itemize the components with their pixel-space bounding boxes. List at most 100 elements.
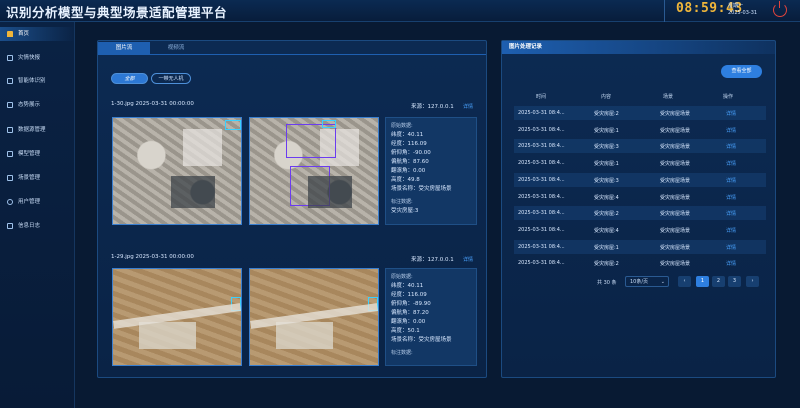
cell-time: 2025-03-31 08:4... (518, 160, 565, 167)
prev-page-button[interactable]: ‹ (678, 276, 691, 287)
cell-detail-link[interactable]: 详情 (726, 227, 736, 234)
cell-detail-link[interactable]: 详情 (726, 110, 736, 117)
cell-content: 受灾房屋:1 (594, 244, 619, 251)
annotated-image[interactable] (249, 117, 379, 225)
cell-scene: 受灾房屋场景 (660, 111, 691, 117)
cell-content: 受灾房屋:4 (594, 227, 619, 234)
table-row: 2025-03-31 08:4... 受灾房屋:1 受灾房屋场景 详情 (514, 239, 766, 254)
cell-detail-link[interactable]: 详情 (726, 160, 736, 167)
cell-time: 2025-03-31 08:4... (518, 176, 565, 183)
detection-box (290, 166, 330, 206)
cell-detail-link[interactable]: 详情 (726, 260, 736, 267)
original-image[interactable] (112, 268, 242, 366)
record-detail-link[interactable]: 详情 (463, 256, 473, 263)
view-all-button[interactable]: 查看全部 (721, 65, 762, 78)
page-button-2[interactable]: 2 (712, 276, 725, 287)
page-button-1[interactable]: 1 (696, 276, 709, 287)
meta-scene: 场景名称：受灾房屋场景 (391, 337, 452, 343)
label-value: 受灾房屋:3 (391, 208, 419, 214)
cell-content: 受灾房屋:4 (594, 194, 619, 201)
cell-detail-link[interactable]: 详情 (726, 210, 736, 217)
cell-detail-link[interactable]: 详情 (726, 177, 736, 184)
sidebar-item-scene[interactable]: 场景管理 (0, 171, 75, 185)
cell-time: 2025-03-31 08:4... (518, 126, 565, 133)
date: 2025-03-31 (728, 10, 758, 16)
sidebar-item-label: 首页 (18, 31, 30, 37)
cell-time: 2025-03-31 08:4... (518, 243, 565, 250)
label-heading: 标注数据: (391, 350, 413, 356)
cell-scene: 受灾房屋场景 (660, 161, 691, 168)
label-heading: 标注数据: (391, 199, 413, 205)
record-source: 来源：127.0.0.1 (411, 257, 454, 263)
meta-longitude: 经度：116.09 (391, 292, 427, 298)
chevron-down-icon: ⌄ (660, 279, 665, 285)
document-icon (7, 223, 13, 229)
meta-heading: 原始数据: (391, 123, 413, 129)
cell-scene: 受灾房屋场景 (660, 127, 691, 134)
cell-scene: 受灾房屋场景 (660, 227, 691, 234)
sidebar-item-agent-recognition[interactable]: 智能体识别 (0, 74, 75, 88)
sidebar-item-logs[interactable]: 信息日志 (0, 219, 75, 233)
column-header-action: 操作 (723, 94, 734, 100)
tab-video-stream[interactable]: 视频流 (150, 42, 202, 54)
cell-time: 2025-03-31 08:4... (518, 193, 565, 200)
sidebar-item-label: 用户管理 (18, 199, 41, 205)
meta-yaw: 偏航角：87.20 (391, 310, 429, 316)
sidebar-item-label: 智能体识别 (18, 78, 46, 84)
app-title: 识别分析模型与典型场景适配管理平台 (6, 5, 228, 20)
cell-detail-link[interactable]: 详情 (726, 244, 736, 251)
document-icon (7, 102, 13, 108)
cell-time: 2025-03-31 08:4... (518, 110, 565, 116)
cell-scene: 受灾房屋场景 (660, 194, 691, 201)
document-icon (7, 55, 13, 61)
record-source: 来源：127.0.0.1 (411, 104, 454, 110)
original-image[interactable] (112, 117, 242, 225)
cell-detail-link[interactable]: 详情 (726, 143, 736, 150)
meta-scene: 场景名称：受灾房屋场景 (391, 186, 452, 192)
sidebar-item-users[interactable]: 用户管理 (0, 195, 75, 209)
document-icon (7, 175, 13, 181)
table-row: 2025-03-31 08:4... 受灾房屋:2 受灾房屋场景 详情 (514, 206, 766, 221)
panel-title: 图片处理记录 (502, 41, 775, 54)
meta-roll: 翻滚角：0.00 (391, 319, 426, 325)
sidebar-item-situation[interactable]: 态势展示 (0, 98, 75, 112)
table-row: 2025-03-31 08:4... 受灾房屋:2 受灾房屋场景 详情 (514, 256, 766, 270)
page-size-select[interactable]: 10条/页 ⌄ (625, 276, 669, 287)
cell-time: 2025-03-31 08:4... (518, 143, 565, 150)
table-row: 2025-03-31 08:4... 受灾房屋:4 受灾房屋场景 详情 (514, 190, 766, 204)
record-detail-link[interactable]: 详情 (463, 103, 473, 110)
weekday: 星期一 (728, 3, 744, 9)
table-row: 2025-03-31 08:4... 受灾房屋:2 受灾房屋场景 详情 (514, 106, 766, 120)
table-row: 2025-03-31 08:4... 受灾房屋:1 受灾房屋场景 详情 (514, 123, 766, 137)
sidebar-item-label: 模型管理 (18, 151, 41, 157)
power-icon[interactable] (773, 1, 787, 17)
cell-detail-link[interactable]: 详情 (726, 194, 736, 201)
sidebar-item-disaster-report[interactable]: 灾情快报 (0, 51, 75, 65)
meta-altitude: 高度：50.1 (391, 328, 420, 334)
table-row: 2025-03-31 08:4... 受灾房屋:3 受灾房屋场景 详情 (514, 139, 766, 154)
sidebar-item-label: 场景管理 (18, 175, 41, 181)
cell-content: 受灾房屋:2 (594, 111, 619, 117)
filter-all-button[interactable]: 全部 (111, 73, 148, 84)
meta-pitch: 俯仰角：-90.00 (391, 150, 431, 156)
sidebar-item-datasource[interactable]: 数据源管理 (0, 123, 75, 137)
sidebar: 首页 灾情快报 智能体识别 态势展示 数据源管理 模型管理 场景管理 用户管理 … (0, 22, 75, 408)
filter-drone-button[interactable]: 一带无人机 (151, 73, 191, 84)
record-metadata: 原始数据: 纬度：40.11 经度：116.09 俯仰角：-89.90 偏航角：… (385, 268, 477, 366)
cell-detail-link[interactable]: 详情 (726, 127, 736, 134)
next-page-button[interactable]: › (746, 276, 759, 287)
table-row: 2025-03-31 08:4... 受灾房屋:4 受灾房屋场景 详情 (514, 223, 766, 237)
meta-pitch: 俯仰角：-89.90 (391, 301, 431, 307)
user-icon (7, 199, 13, 205)
tab-image-stream[interactable]: 图片流 (98, 42, 150, 54)
sidebar-item-home[interactable]: 首页 (0, 27, 75, 41)
sidebar-item-label: 态势展示 (18, 102, 41, 108)
page-button-3[interactable]: 3 (728, 276, 741, 287)
record-title: 1-30.jpg 2025-03-31 00:00:00 (111, 101, 194, 107)
meta-heading: 原始数据: (391, 274, 413, 280)
column-header-scene: 场景 (663, 94, 674, 100)
meta-altitude: 高度：49.8 (391, 177, 420, 183)
home-icon (7, 31, 13, 37)
sidebar-item-model[interactable]: 模型管理 (0, 147, 75, 161)
annotated-image[interactable] (249, 268, 379, 366)
